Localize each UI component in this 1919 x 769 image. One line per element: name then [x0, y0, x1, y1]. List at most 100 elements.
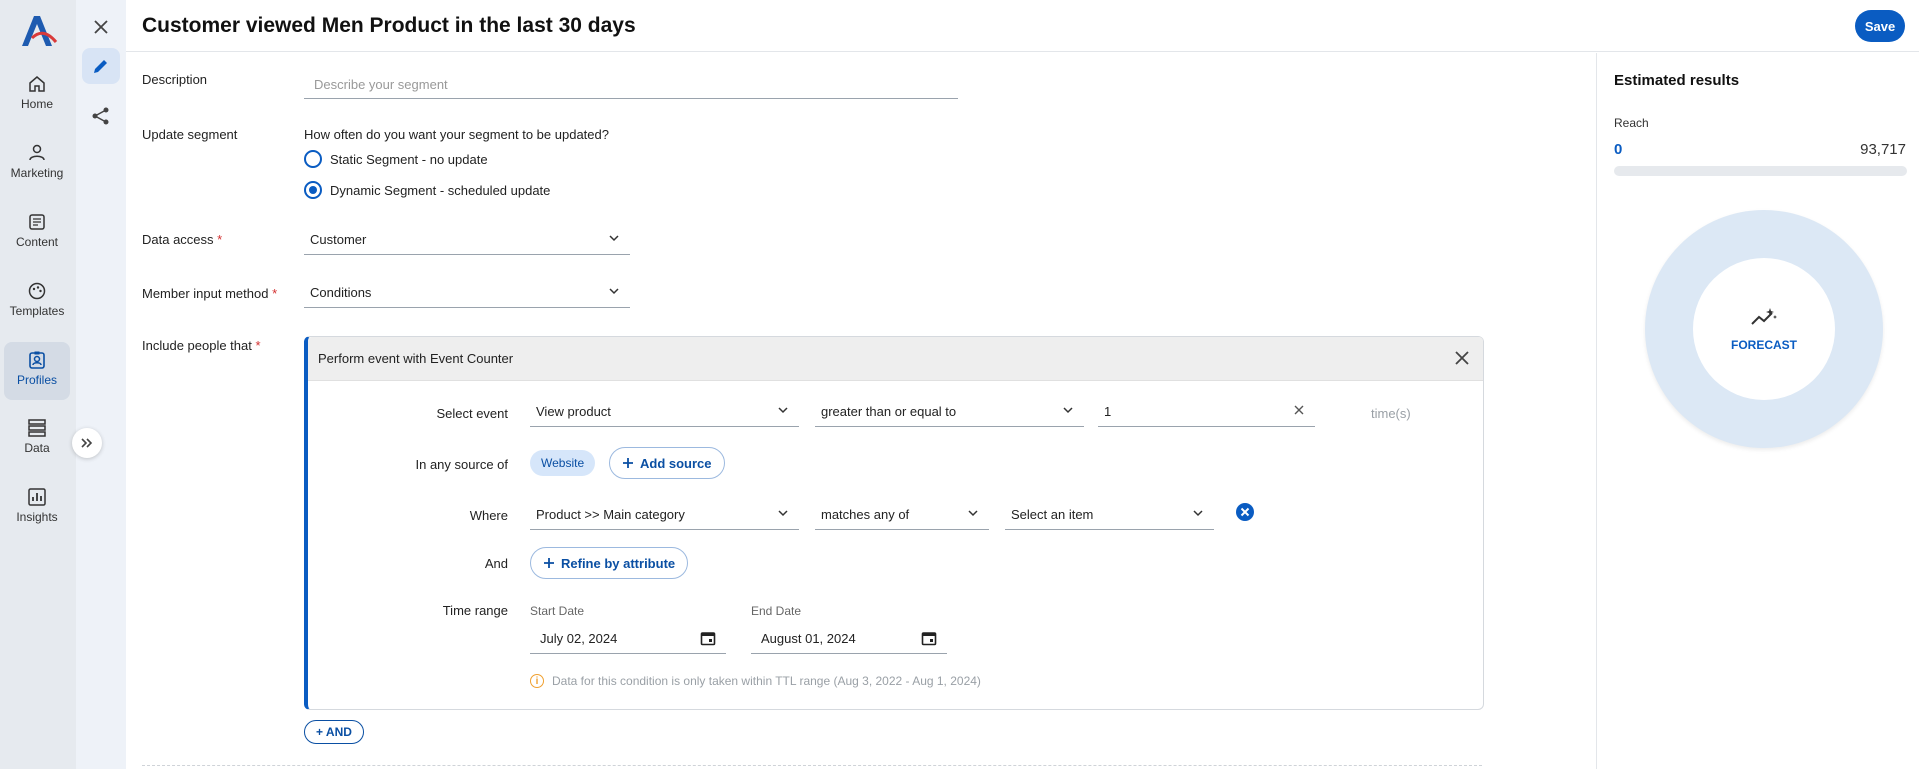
- data-access-label: Data access *: [142, 232, 222, 247]
- data-access-select[interactable]: Customer: [304, 223, 630, 255]
- remove-filter-icon[interactable]: [1236, 503, 1254, 521]
- ttl-note-text: Data for this condition is only taken wi…: [552, 674, 981, 688]
- page-header: Customer viewed Men Product in the last …: [126, 0, 1919, 52]
- where-operator-select[interactable]: matches any of: [815, 498, 989, 530]
- event-value: View product: [536, 404, 611, 419]
- end-date-value: August 01, 2024: [761, 631, 856, 646]
- share-icon: [92, 107, 109, 125]
- tool-rail: [76, 0, 126, 769]
- app-logo-icon[interactable]: [18, 12, 58, 48]
- refine-by-attribute-button[interactable]: Refine by attribute: [530, 547, 689, 579]
- estimated-results-title: Estimated results: [1614, 72, 1740, 89]
- forecast-button[interactable]: FORECAST: [1693, 258, 1835, 400]
- marketing-icon: [29, 144, 45, 161]
- count-value: 1: [1104, 404, 1112, 419]
- member-input-value: Conditions: [310, 285, 372, 300]
- content-icon: [29, 214, 45, 230]
- remove-condition-icon[interactable]: [1453, 349, 1471, 367]
- where-attribute-select[interactable]: Product >> Main category: [530, 498, 799, 530]
- nav-item-templates[interactable]: Templates: [4, 273, 70, 331]
- add-source-label: Add source: [640, 455, 712, 471]
- static-segment-option[interactable]: Static Segment - no update: [304, 150, 488, 168]
- event-select[interactable]: View product: [530, 395, 799, 427]
- close-button[interactable]: [82, 9, 120, 45]
- static-segment-label: Static Segment - no update: [330, 151, 488, 167]
- share-button[interactable]: [82, 98, 120, 134]
- reach-progress-bar: [1614, 166, 1907, 176]
- segment-form: Description Describe your segment Update…: [126, 53, 1596, 769]
- start-date-value: July 02, 2024: [540, 631, 618, 646]
- description-label: Description: [142, 72, 208, 87]
- expand-nav-button[interactable]: [72, 428, 102, 458]
- times-label: time(s): [1371, 406, 1411, 421]
- nav-label-content: Content: [15, 235, 59, 249]
- where-operator-value: matches any of: [821, 507, 910, 522]
- where-value-placeholder: Select an item: [1011, 507, 1094, 522]
- nav-item-profiles[interactable]: Profiles: [4, 342, 70, 400]
- edit-button[interactable]: [82, 48, 120, 84]
- plus-icon: [623, 458, 633, 468]
- end-date-label: End Date: [751, 604, 802, 618]
- start-date-input[interactable]: July 02, 2024: [530, 622, 726, 654]
- operator-select[interactable]: greater than or equal to: [815, 395, 1084, 427]
- close-icon: [94, 20, 108, 34]
- source-chip-website[interactable]: Website: [530, 450, 596, 476]
- insights-icon: [28, 488, 46, 506]
- nav-label-home: Home: [20, 97, 53, 111]
- info-icon: i: [530, 674, 544, 688]
- condition-header: Perform event with Event Counter: [308, 337, 1483, 381]
- required-mark: *: [255, 338, 261, 353]
- calendar-icon[interactable]: [700, 630, 716, 646]
- calendar-icon[interactable]: [921, 630, 937, 646]
- nav-label-templates: Templates: [9, 304, 65, 318]
- templates-icon: [28, 282, 46, 300]
- data-access-value: Customer: [310, 232, 367, 247]
- count-input[interactable]: 1: [1098, 395, 1315, 427]
- source-label: In any source of: [415, 457, 509, 472]
- chevron-down-icon: [609, 235, 619, 242]
- condition-title: Perform event with Event Counter: [318, 351, 514, 366]
- forecast-label: FORECAST: [1731, 338, 1797, 352]
- home-icon: [29, 76, 45, 92]
- and-button-label: AND: [325, 725, 352, 739]
- static-segment-radio[interactable]: [304, 150, 322, 168]
- add-source-button[interactable]: Add source: [609, 447, 725, 479]
- profiles-icon: [29, 351, 45, 369]
- dynamic-segment-option[interactable]: Dynamic Segment - scheduled update: [304, 181, 550, 199]
- chevron-down-icon: [778, 407, 788, 414]
- chevron-down-icon: [1063, 407, 1073, 414]
- forecast-donut[interactable]: FORECAST: [1645, 210, 1883, 448]
- include-people-label: Include people that *: [142, 338, 261, 353]
- save-button[interactable]: Save: [1855, 10, 1905, 42]
- member-input-label: Member input method *: [142, 286, 277, 301]
- nav-item-data[interactable]: Data: [4, 410, 70, 468]
- dynamic-segment-radio[interactable]: [304, 181, 322, 199]
- nav-label-marketing: Marketing: [10, 166, 64, 180]
- ttl-note: i Data for this condition is only taken …: [530, 674, 981, 688]
- data-icon: [28, 419, 46, 437]
- where-label: Where: [469, 508, 508, 523]
- clear-icon[interactable]: [1293, 404, 1305, 416]
- required-mark: *: [217, 232, 223, 247]
- refine-label: Refine by attribute: [561, 555, 676, 571]
- where-value-select[interactable]: Select an item: [1005, 498, 1214, 530]
- section-divider: [142, 765, 1482, 766]
- nav-item-content[interactable]: Content: [4, 204, 70, 262]
- nav-item-insights[interactable]: Insights: [4, 479, 70, 537]
- nav-item-marketing[interactable]: Marketing: [4, 135, 70, 193]
- nav-label-profiles: Profiles: [16, 373, 57, 387]
- description-input[interactable]: Describe your segment: [304, 71, 958, 99]
- plus-icon: [544, 558, 554, 568]
- page-title: Customer viewed Men Product in the last …: [142, 14, 636, 37]
- reach-label: Reach: [1614, 116, 1649, 130]
- forecast-sparkle-icon: [1751, 308, 1777, 325]
- update-segment-label: Update segment: [142, 127, 238, 142]
- add-and-condition-button[interactable]: + AND: [304, 720, 364, 744]
- start-date-label: Start Date: [530, 604, 585, 618]
- pencil-icon: [94, 60, 107, 73]
- and-label: And: [484, 556, 508, 571]
- member-input-select[interactable]: Conditions: [304, 276, 630, 308]
- end-date-input[interactable]: August 01, 2024: [751, 622, 947, 654]
- chevron-down-icon: [609, 288, 619, 295]
- nav-item-home[interactable]: Home: [4, 66, 70, 124]
